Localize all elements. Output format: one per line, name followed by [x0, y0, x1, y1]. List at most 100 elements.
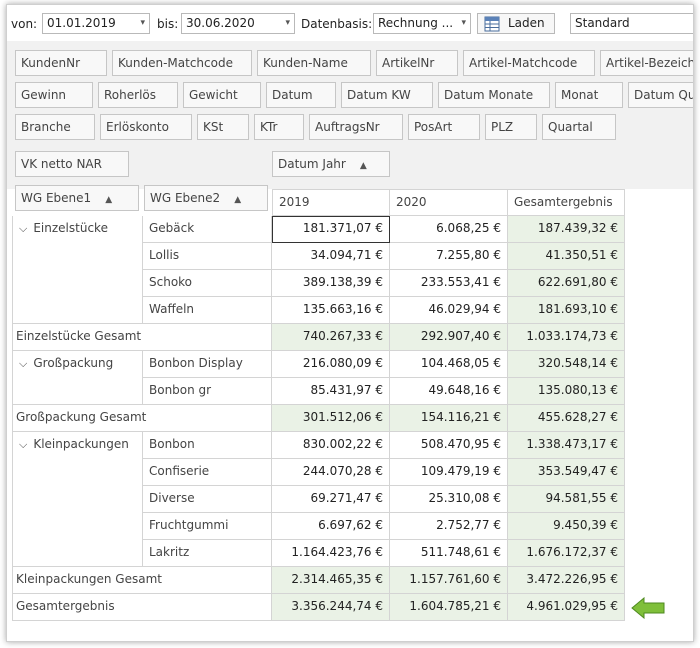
row-field-wg-ebene1[interactable]: WG Ebene1 ▲	[15, 185, 139, 211]
chevron-down-icon[interactable]: ⌵	[19, 438, 27, 451]
column-header-2019[interactable]: 2019	[272, 189, 390, 216]
field-ktr[interactable]: KTr	[254, 114, 304, 140]
cell-subtotal[interactable]: 740.267,33 €	[272, 324, 390, 351]
cell-value[interactable]: 109.479,19 €	[390, 459, 508, 486]
cell-total[interactable]: 135.080,13 €	[508, 378, 625, 405]
field-quartal[interactable]: Quartal	[542, 114, 616, 140]
row-label-diverse[interactable]: Diverse	[143, 486, 272, 513]
field-branche[interactable]: Branche	[15, 114, 95, 140]
cell-value[interactable]: 135.663,16 €	[272, 297, 390, 324]
cell-value[interactable]: 389.138,39 €	[272, 270, 390, 297]
cell-value[interactable]: 830.002,22 €	[272, 432, 390, 459]
row-label-gebaeck[interactable]: Gebäck	[143, 216, 272, 243]
row-label-bonbon-gr[interactable]: Bonbon gr	[143, 378, 272, 405]
field-datum-quartal[interactable]: Datum Quartal	[628, 82, 693, 108]
column-field-datum-jahr[interactable]: Datum Jahr ▲	[272, 151, 390, 177]
cell-total[interactable]: 1.676.172,37 €	[508, 540, 625, 567]
field-kunden-matchcode[interactable]: Kunden-Matchcode	[112, 50, 252, 76]
row-label-confiserie[interactable]: Confiserie	[143, 459, 272, 486]
row-label-fruchtgummi[interactable]: Fruchtgummi	[143, 513, 272, 540]
cell-subtotal[interactable]: 3.472.226,95 €	[508, 567, 625, 594]
cell-value[interactable]: 25.310,08 €	[390, 486, 508, 513]
field-kundennr[interactable]: KundenNr	[15, 50, 107, 76]
row-group-einzelstuecke[interactable]: ⌵ Einzelstücke	[12, 216, 143, 324]
von-date-input[interactable]: 01.01.2019 ▾	[42, 13, 150, 34]
cell-total[interactable]: 94.581,55 €	[508, 486, 625, 513]
layout-select[interactable]: Standard	[570, 13, 693, 34]
cell-value[interactable]: 69.271,47 €	[272, 486, 390, 513]
cell-total[interactable]: 320.548,14 €	[508, 351, 625, 378]
cell-value[interactable]: 104.468,05 €	[390, 351, 508, 378]
chevron-down-icon[interactable]: ▾	[461, 14, 466, 33]
chevron-down-icon[interactable]: ▾	[140, 14, 145, 33]
field-erloeskonto[interactable]: Erlöskonto	[100, 114, 192, 140]
cell-total[interactable]: 1.338.473,17 €	[508, 432, 625, 459]
column-header-gesamtergebnis[interactable]: Gesamtergebnis	[508, 189, 625, 216]
cell-value[interactable]: 34.094,71 €	[272, 243, 390, 270]
row-field-wg-ebene2[interactable]: WG Ebene2 ▲	[144, 185, 268, 211]
cell-total[interactable]: 41.350,51 €	[508, 243, 625, 270]
cell-value[interactable]: 2.752,77 €	[390, 513, 508, 540]
cell-value[interactable]: 7.255,80 €	[390, 243, 508, 270]
subtotal-label-einzelstuecke[interactable]: Einzelstücke Gesamt	[12, 324, 272, 351]
bis-date-input[interactable]: 30.06.2020 ▾	[181, 13, 295, 34]
cell-value[interactable]: 46.029,94 €	[390, 297, 508, 324]
cell-value[interactable]: 216.080,09 €	[272, 351, 390, 378]
row-group-grosspackung[interactable]: ⌵ Großpackung	[12, 351, 143, 405]
field-plz[interactable]: PLZ	[485, 114, 537, 140]
cell-total[interactable]: 622.691,80 €	[508, 270, 625, 297]
field-roherloes[interactable]: Roherlös	[98, 82, 178, 108]
row-label-bonbon-display[interactable]: Bonbon Display	[143, 351, 272, 378]
data-field-vk-netto-nar[interactable]: VK netto NAR	[15, 151, 129, 177]
cell-total[interactable]: 353.549,47 €	[508, 459, 625, 486]
subtotal-label-kleinpackungen[interactable]: Kleinpackungen Gesamt	[12, 567, 272, 594]
row-label-waffeln[interactable]: Waffeln	[143, 297, 272, 324]
cell-value[interactable]: 6.068,25 €	[390, 216, 508, 243]
chevron-down-icon[interactable]: ⌵	[19, 222, 27, 235]
row-label-bonbon[interactable]: Bonbon	[143, 432, 272, 459]
field-kst[interactable]: KSt	[197, 114, 249, 140]
cell-value[interactable]: 233.553,41 €	[390, 270, 508, 297]
field-kunden-name[interactable]: Kunden-Name	[257, 50, 371, 76]
field-datum[interactable]: Datum	[266, 82, 336, 108]
cell-total[interactable]: 9.450,39 €	[508, 513, 625, 540]
cell-grand-total[interactable]: 1.604.785,21 €	[390, 594, 508, 621]
cell-grand-total[interactable]: 3.356.244,74 €	[272, 594, 390, 621]
row-label-schoko[interactable]: Schoko	[143, 270, 272, 297]
grand-total-label[interactable]: Gesamtergebnis	[12, 594, 272, 621]
cell-subtotal[interactable]: 1.157.761,60 €	[390, 567, 508, 594]
chevron-down-icon[interactable]: ⌵	[19, 357, 27, 370]
cell-value[interactable]: 508.470,95 €	[390, 432, 508, 459]
cell-total[interactable]: 187.439,32 €	[508, 216, 625, 243]
cell-value[interactable]: 6.697,62 €	[272, 513, 390, 540]
cell-subtotal[interactable]: 2.314.465,35 €	[272, 567, 390, 594]
field-gewinn[interactable]: Gewinn	[15, 82, 93, 108]
cell-value[interactable]: 49.648,16 €	[390, 378, 508, 405]
cell-value[interactable]: 244.070,28 €	[272, 459, 390, 486]
field-artikel-matchcode[interactable]: Artikel-Matchcode	[463, 50, 595, 76]
field-gewicht[interactable]: Gewicht	[183, 82, 261, 108]
cell-value[interactable]: 1.164.423,76 €	[272, 540, 390, 567]
cell-subtotal[interactable]: 292.907,40 €	[390, 324, 508, 351]
field-monat[interactable]: Monat	[555, 82, 623, 108]
row-group-kleinpackungen[interactable]: ⌵ Kleinpackungen	[12, 432, 143, 567]
cell-total[interactable]: 181.693,10 €	[508, 297, 625, 324]
cell-subtotal[interactable]: 455.628,27 €	[508, 405, 625, 432]
column-header-2020[interactable]: 2020	[390, 189, 508, 216]
datenbasis-select[interactable]: Rechnung ... ▾	[373, 13, 471, 34]
cell-grand-total[interactable]: 4.961.029,95 €	[508, 594, 625, 621]
cell-value[interactable]: 181.371,07 €	[272, 216, 390, 243]
cell-subtotal[interactable]: 301.512,06 €	[272, 405, 390, 432]
row-label-lakritz[interactable]: Lakritz	[143, 540, 272, 567]
field-auftragsnr[interactable]: AuftragsNr	[309, 114, 403, 140]
row-label-lollis[interactable]: Lollis	[143, 243, 272, 270]
field-datum-monate[interactable]: Datum Monate	[438, 82, 550, 108]
cell-value[interactable]: 85.431,97 €	[272, 378, 390, 405]
field-artikelnr[interactable]: ArtikelNr	[376, 50, 458, 76]
cell-subtotal[interactable]: 1.033.174,73 €	[508, 324, 625, 351]
field-artikel-bezeichnung[interactable]: Artikel-Bezeichnung	[600, 50, 693, 76]
field-posart[interactable]: PosArt	[408, 114, 480, 140]
subtotal-label-grosspackung[interactable]: Großpackung Gesamt	[12, 405, 272, 432]
field-datum-kw[interactable]: Datum KW	[341, 82, 433, 108]
cell-value[interactable]: 511.748,61 €	[390, 540, 508, 567]
